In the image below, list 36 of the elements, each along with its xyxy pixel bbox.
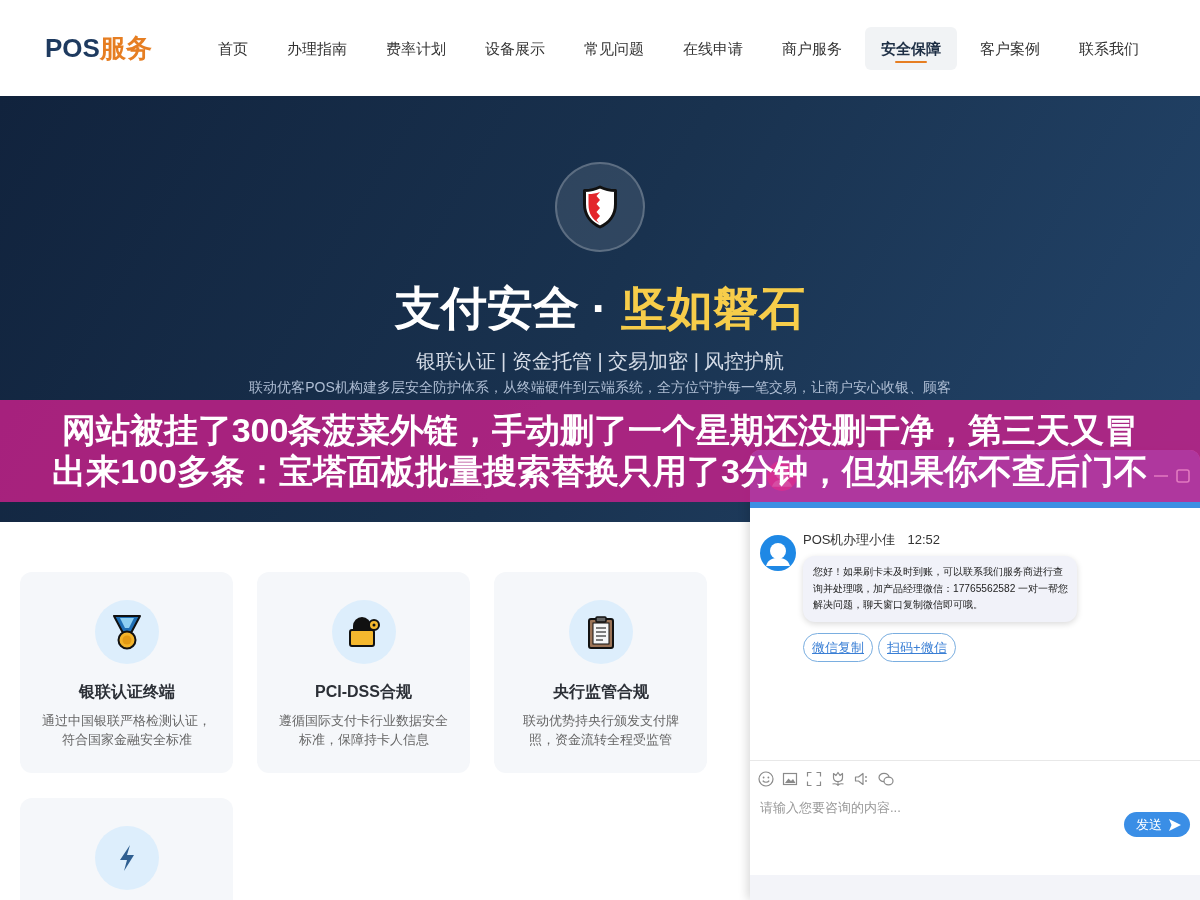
message-input[interactable]: 请输入您要咨询的内容... — [760, 799, 1114, 869]
feature-title: 央行监管合规 — [551, 682, 650, 702]
message-time: 12:52 — [907, 531, 940, 549]
nav-tab[interactable]: 常见问题 — [568, 26, 660, 70]
nav-tab[interactable]: 首页 — [202, 26, 264, 70]
nav-tab[interactable]: 联系我们 — [1063, 26, 1155, 70]
site-logo[interactable]: POS服务 — [45, 32, 152, 64]
feature-text: 通过中国银联严格检测认证，符合国家金融安全标准 — [41, 712, 212, 749]
hero-title: 支付安全 · 坚如磐石 — [395, 281, 805, 336]
hero-subtitle: 银联认证 | 资金托管 | 交易加密 | 风控护航 — [415, 349, 785, 374]
feature-text: 遵循国际支付卡行业数据安全标准，保障持卡人信息 — [278, 712, 449, 749]
sender-name: POS机办理小佳 — [803, 531, 896, 549]
speaker-icon[interactable] — [854, 770, 870, 787]
image-icon[interactable] — [782, 770, 798, 787]
frame-corners-icon[interactable] — [806, 770, 822, 787]
nav-tab[interactable]: 办理指南 — [271, 26, 363, 70]
feature-title: 银联认证终端 — [77, 682, 176, 702]
nav-tab[interactable]: 费率计划 — [370, 26, 462, 70]
hero-description: 联动优客POS机构建多层安全防护体系，从终端硬件到云端系统，全方位守护每一笔交易，让商户安心收银、顾客 — [249, 378, 951, 396]
feature-title: PCI-DSS合规 — [314, 682, 413, 702]
quick-reply-link[interactable]: 微信复制 — [803, 632, 873, 662]
nav-tab[interactable]: 安全保障 — [865, 26, 957, 70]
nav-tab[interactable]: 商户服务 — [766, 26, 858, 70]
nav-tab[interactable]: 在线申请 — [667, 26, 759, 70]
caption-text: 网站被挂了300条菠菜外链，手动删了一个星期还没删干净，第三天又冒 出来100多条：宝塔面板批量搜索替换只用了3分钟，但如果你不查后门不 — [52, 410, 1148, 492]
message-bubble: 您好！如果刷卡未及时到账，可以联系我们服务商进行查询并处理哦，加产品经理微信：17765562582 一对一帮您解决问题，聊天窗口复制微信即可哦。 — [803, 556, 1077, 622]
smiley-icon[interactable] — [758, 770, 774, 787]
send-icon — [1168, 817, 1182, 832]
nav-tab[interactable]: 设备展示 — [469, 26, 561, 70]
maximize-icon[interactable] — [1176, 469, 1190, 483]
nav-tab[interactable]: 客户案例 — [964, 26, 1056, 70]
feature-text: 联动优势持央行颁发支付牌照，资金流转全程受监管 — [521, 712, 680, 749]
chat-bubbles-icon[interactable] — [878, 770, 894, 787]
avatar-icon — [760, 535, 796, 571]
tulip-icon[interactable] — [830, 770, 846, 787]
quick-reply-link[interactable]: 扫码+微信 — [878, 632, 956, 662]
